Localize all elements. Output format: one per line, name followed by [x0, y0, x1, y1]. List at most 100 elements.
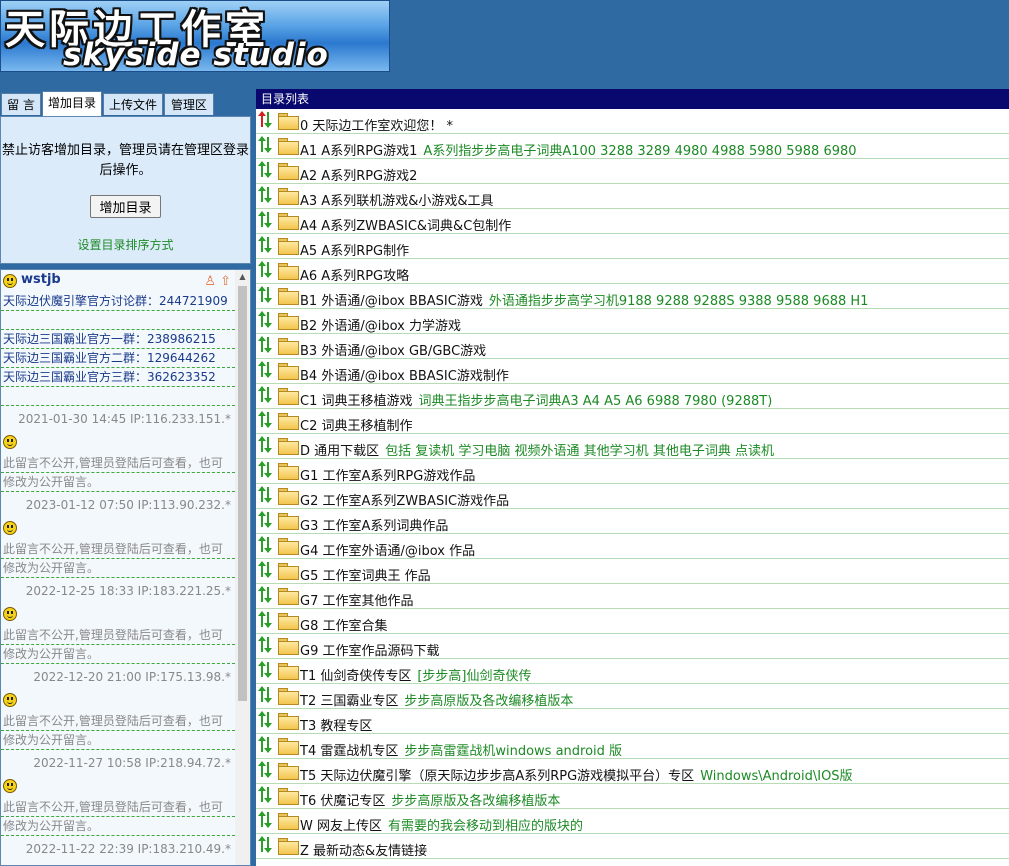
directory-row[interactable]: A5 A系列RPG制作 — [256, 234, 1009, 259]
tab-upload-file[interactable]: 上传文件 — [103, 93, 163, 115]
tab-admin[interactable]: 管理区 — [164, 93, 214, 115]
sort-arrows-icon[interactable] — [258, 711, 275, 728]
sort-settings-link[interactable]: 设置目录排序方式 — [1, 236, 250, 253]
directory-name[interactable]: G3 工作室A系列词典作品 — [300, 515, 448, 533]
move-up-icon[interactable] — [258, 336, 266, 352]
sort-arrows-icon[interactable] — [258, 736, 275, 753]
directory-row[interactable]: C1 词典王移植游戏 词典王指步步高电子词典A3 A4 A5 A6 6988 79… — [256, 384, 1009, 409]
directory-name[interactable]: W 网友上传区 有需要的我会移动到相应的版块的 — [300, 815, 583, 833]
move-up-icon[interactable] — [258, 161, 266, 177]
directory-label[interactable]: A2 A系列RPG游戏2 — [300, 169, 417, 183]
move-up-icon[interactable] — [258, 486, 266, 502]
directory-name[interactable]: G5 工作室词典王 作品 — [300, 565, 431, 583]
move-up-icon[interactable] — [258, 511, 266, 527]
move-down-icon[interactable] — [264, 737, 272, 753]
sort-arrows-icon[interactable] — [258, 186, 275, 203]
directory-row[interactable]: B2 外语通/@ibox 力学游戏 — [256, 309, 1009, 334]
directory-label[interactable]: B1 外语通/@ibox BBASIC游戏 — [300, 294, 483, 308]
move-up-icon[interactable] — [258, 286, 266, 302]
move-up-icon[interactable] — [258, 411, 266, 427]
scroll-up-arrow-icon[interactable]: ▲ — [235, 270, 250, 284]
tab-add-directory[interactable]: 增加目录 — [42, 91, 102, 117]
directory-name[interactable]: G9 工作室作品源码下载 — [300, 640, 439, 658]
directory-label[interactable]: A1 A系列RPG游戏1 — [300, 144, 417, 158]
move-down-icon[interactable] — [264, 137, 272, 153]
directory-label[interactable]: B3 外语通/@ibox GB/GBC游戏 — [300, 344, 486, 358]
move-down-icon[interactable] — [264, 112, 272, 128]
sort-arrows-icon[interactable] — [258, 486, 275, 503]
directory-name[interactable]: A2 A系列RPG游戏2 — [300, 165, 417, 183]
directory-row[interactable]: G1 工作室A系列RPG游戏作品 — [256, 459, 1009, 484]
move-up-icon[interactable] — [258, 636, 266, 652]
directory-row[interactable]: G4 工作室外语通/@ibox 作品 — [256, 534, 1009, 559]
directory-name[interactable]: C1 词典王移植游戏 词典王指步步高电子词典A3 A4 A5 A6 6988 79… — [300, 390, 772, 408]
sort-arrows-icon[interactable] — [258, 311, 275, 328]
directory-label[interactable]: T2 三国霸业专区 — [300, 694, 398, 708]
directory-row[interactable]: G8 工作室合集 — [256, 609, 1009, 634]
sort-arrows-icon[interactable] — [258, 286, 275, 303]
directory-row[interactable]: T1 仙剑奇侠传专区 [步步高]仙剑奇侠传 — [256, 659, 1009, 684]
directory-row[interactable]: A3 A系列联机游戏&小游戏&工具 — [256, 184, 1009, 209]
directory-label[interactable]: D 通用下载区 — [300, 444, 379, 458]
directory-label[interactable]: B2 外语通/@ibox 力学游戏 — [300, 319, 461, 333]
scroll-thumb[interactable] — [238, 286, 247, 701]
directory-name[interactable]: Z 最新动态&友情链接 — [300, 840, 427, 858]
move-up-icon[interactable] — [258, 386, 266, 402]
directory-label[interactable]: A6 A系列RPG攻略 — [300, 269, 409, 283]
move-down-icon[interactable] — [264, 262, 272, 278]
move-up-icon[interactable] — [258, 686, 266, 702]
directory-label[interactable]: T6 伏魔记专区 — [300, 794, 385, 808]
directory-label[interactable]: Z 最新动态&友情链接 — [300, 844, 427, 858]
move-down-icon[interactable] — [264, 537, 272, 553]
directory-name[interactable]: A5 A系列RPG制作 — [300, 240, 409, 258]
directory-label[interactable]: W 网友上传区 — [300, 819, 382, 833]
move-down-icon[interactable] — [264, 287, 272, 303]
directory-name[interactable]: B4 外语通/@ibox BBASIC游戏制作 — [300, 365, 509, 383]
directory-label[interactable]: B4 外语通/@ibox BBASIC游戏制作 — [300, 369, 509, 383]
move-down-icon[interactable] — [264, 362, 272, 378]
directory-row[interactable]: G5 工作室词典王 作品 — [256, 559, 1009, 584]
move-down-icon[interactable] — [264, 487, 272, 503]
move-down-icon[interactable] — [264, 562, 272, 578]
sort-arrows-icon[interactable] — [258, 511, 275, 528]
sort-arrows-icon[interactable] — [258, 386, 275, 403]
move-up-icon[interactable] — [258, 261, 266, 277]
sort-arrows-icon[interactable] — [258, 661, 275, 678]
sort-arrows-icon[interactable] — [258, 111, 275, 128]
tab-guestbook[interactable]: 留 言 — [1, 93, 41, 115]
directory-label[interactable]: 0 天际边工作室欢迎您！ * — [300, 119, 453, 133]
sort-arrows-icon[interactable] — [258, 811, 275, 828]
sort-arrows-icon[interactable] — [258, 786, 275, 803]
move-down-icon[interactable] — [264, 162, 272, 178]
move-up-icon[interactable] — [258, 136, 266, 152]
directory-row[interactable]: A2 A系列RPG游戏2 — [256, 159, 1009, 184]
sort-arrows-icon[interactable] — [258, 211, 275, 228]
directory-label[interactable]: G1 工作室A系列RPG游戏作品 — [300, 469, 475, 483]
move-up-icon[interactable] — [258, 736, 266, 752]
directory-row[interactable]: Z 最新动态&友情链接 — [256, 834, 1009, 859]
directory-row[interactable]: T4 雷霆战机专区 步步高雷霆战机windows android 版 — [256, 734, 1009, 759]
move-up-icon[interactable] — [258, 761, 266, 777]
directory-row[interactable]: A4 A系列ZWBASIC&词典&C包制作 — [256, 209, 1009, 234]
directory-row[interactable]: W 网友上传区 有需要的我会移动到相应的版块的 — [256, 809, 1009, 834]
move-down-icon[interactable] — [264, 587, 272, 603]
guestbook-scrollbar[interactable]: ▲ — [235, 270, 250, 865]
studio-logo[interactable]: 天际边工作室 skyside studio — [0, 0, 390, 72]
move-down-icon[interactable] — [264, 787, 272, 803]
move-up-icon[interactable] — [258, 111, 266, 127]
move-down-icon[interactable] — [264, 662, 272, 678]
move-up-icon[interactable] — [258, 586, 266, 602]
directory-name[interactable]: A3 A系列联机游戏&小游戏&工具 — [300, 190, 493, 208]
move-down-icon[interactable] — [264, 462, 272, 478]
sort-arrows-icon[interactable] — [258, 161, 275, 178]
move-down-icon[interactable] — [264, 312, 272, 328]
move-down-icon[interactable] — [264, 187, 272, 203]
directory-row[interactable]: G3 工作室A系列词典作品 — [256, 509, 1009, 534]
directory-label[interactable]: A3 A系列联机游戏&小游戏&工具 — [300, 194, 493, 208]
directory-name[interactable]: B3 外语通/@ibox GB/GBC游戏 — [300, 340, 486, 358]
directory-label[interactable]: G8 工作室合集 — [300, 619, 387, 633]
directory-label[interactable]: A5 A系列RPG制作 — [300, 244, 409, 258]
directory-name[interactable]: A4 A系列ZWBASIC&词典&C包制作 — [300, 215, 511, 233]
directory-label[interactable]: T1 仙剑奇侠传专区 — [300, 669, 411, 683]
sort-arrows-icon[interactable] — [258, 636, 275, 653]
